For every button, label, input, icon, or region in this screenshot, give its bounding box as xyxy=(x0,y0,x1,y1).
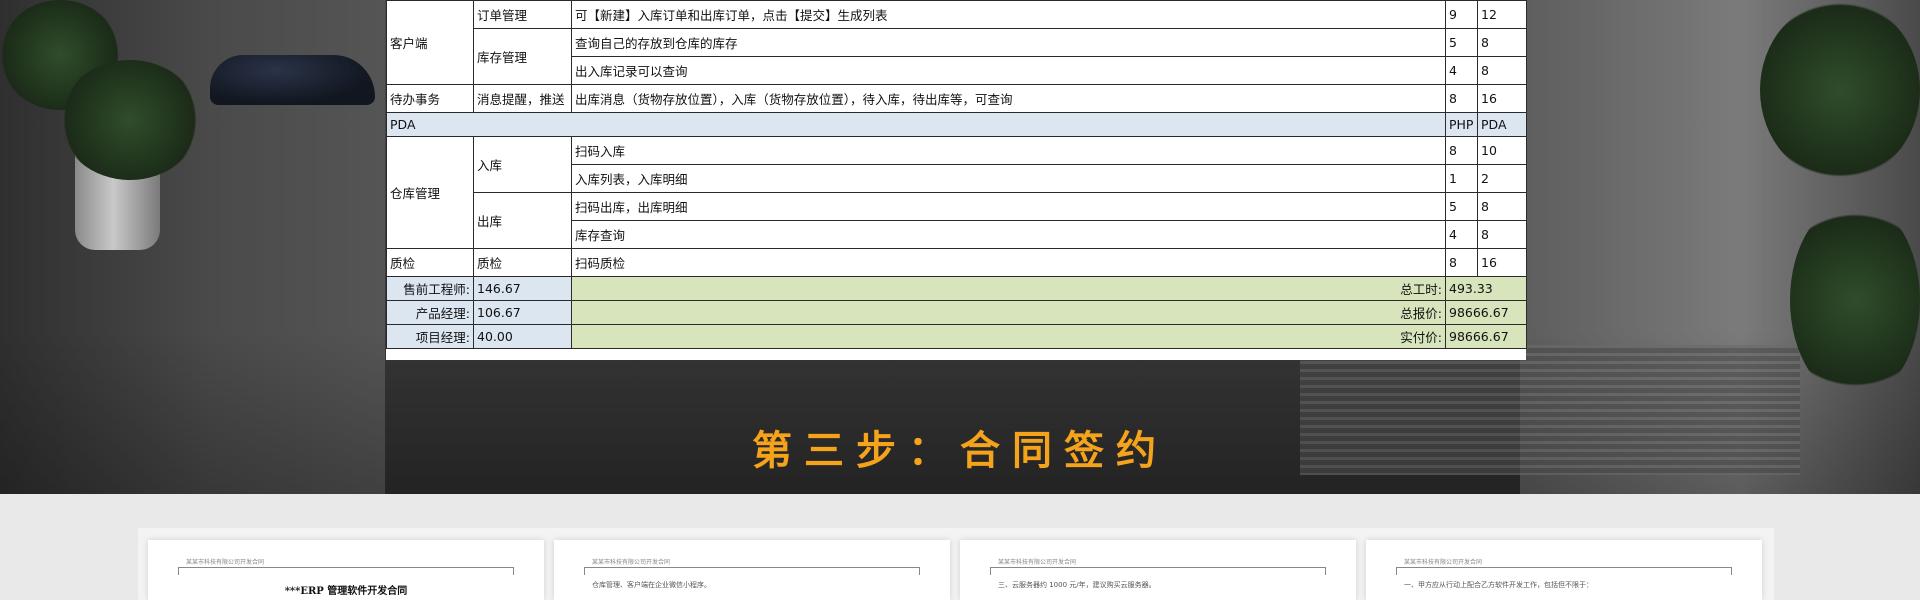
header-rule xyxy=(178,567,514,575)
hours-php-cell: 1 xyxy=(1445,164,1478,193)
php-column-header: PHP xyxy=(1445,112,1478,137)
table-row: 仓库管理 入库 扫码入库 8 10 xyxy=(386,136,1527,249)
hours-pda-cell: 8 xyxy=(1477,220,1527,249)
summary-right-label: 实付价: xyxy=(571,324,1446,349)
description-cell: 扫码入库 xyxy=(571,136,1446,165)
summary-right-value: 493.33 xyxy=(1445,276,1527,301)
hours-pda-cell: 16 xyxy=(1477,84,1527,113)
contract-page-3: 某某市科技有限公司开发合同 三、云服务器约 1000 元/年，建议购买云服务器。 xyxy=(960,540,1356,600)
plan-spreadsheet: 客户端 订单管理 可【新建】入库订单和出库订单，点击【提交】生成列表 9 12 … xyxy=(386,0,1527,360)
module-cell: 出库 xyxy=(473,192,572,249)
plant-right-image xyxy=(1760,0,1920,180)
hours-pda-cell: 8 xyxy=(1477,28,1527,57)
summary-right-value: 98666.67 xyxy=(1445,300,1527,325)
hours-pda-cell: 8 xyxy=(1477,192,1527,221)
hours-pda-cell: 16 xyxy=(1477,248,1527,277)
pda-section-row: PDA PHP PDA xyxy=(386,112,1527,137)
summary-row: 产品经理: 106.67 总报价: 98666.67 xyxy=(386,300,1527,325)
description-cell: 可【新建】入库订单和出库订单，点击【提交】生成列表 xyxy=(571,0,1446,29)
hours-php-cell: 5 xyxy=(1445,192,1478,221)
contract-text-line: 仓库管理、客户端在企业微信小程序。 xyxy=(592,581,711,589)
summary-label: 产品经理: xyxy=(386,300,474,325)
contract-text-line: 三、云服务器约 1000 元/年，建议购买云服务器。 xyxy=(998,581,1156,589)
description-cell: 出库消息（货物存放位置），入库（货物存放位置），待入库，待出库等，可查询 xyxy=(571,84,1446,113)
car-image xyxy=(210,55,375,105)
step-three-title: 第三步：合同签约 xyxy=(752,427,1168,474)
hours-php-cell: 8 xyxy=(1445,136,1478,165)
table-row: 出库 扫码出库，出库明细 5 8 xyxy=(387,192,1527,249)
pda-section-label: PDA xyxy=(386,112,1446,137)
summary-right-label: 总工时: xyxy=(571,276,1446,301)
module-cell: 入库 xyxy=(473,136,572,193)
header-rule xyxy=(990,567,1326,575)
hours-php-cell: 9 xyxy=(1445,0,1478,29)
hours-pda-cell: 8 xyxy=(1477,56,1527,85)
description-cell: 库存查询 xyxy=(571,220,1446,249)
summary-value: 106.67 xyxy=(473,300,572,325)
header-rule xyxy=(1396,567,1732,575)
plant-right-image-2 xyxy=(1790,200,1920,400)
category-cell: 待办事务 xyxy=(386,84,474,113)
contract-page-header: 某某市科技有限公司开发合同 xyxy=(1404,559,1483,566)
summary-row: 售前工程师: 146.67 总工时: 493.33 xyxy=(386,276,1527,301)
hours-php-cell: 4 xyxy=(1445,56,1478,85)
description-cell: 扫码质检 xyxy=(571,248,1446,277)
contract-page-header: 某某市科技有限公司开发合同 xyxy=(592,559,671,566)
table-row: 质检 质检 扫码质检 8 16 xyxy=(386,248,1527,277)
description-cell: 出入库记录可以查询 xyxy=(571,56,1446,85)
summary-right-value: 98666.67 xyxy=(1445,324,1527,349)
summary-value: 40.00 xyxy=(473,324,572,349)
hours-pda-cell: 2 xyxy=(1477,164,1527,193)
description-cell: 扫码出库，出库明细 xyxy=(571,192,1446,221)
plant-left-image-2 xyxy=(60,60,200,180)
header-rule xyxy=(584,567,920,575)
module-cell: 消息提醒，推送 xyxy=(473,84,572,113)
hours-pda-cell: 10 xyxy=(1477,136,1527,165)
contract-text-line: 一、甲方应从行动上配合乙方软件开发工作，包括但不限于： xyxy=(1404,581,1593,589)
summary-label: 项目经理: xyxy=(386,324,474,349)
hours-php-cell: 8 xyxy=(1445,248,1478,277)
hours-php-cell: 5 xyxy=(1445,28,1478,57)
description-cell: 入库列表，入库明细 xyxy=(571,164,1446,193)
module-cell: 订单管理 xyxy=(473,0,572,29)
contract-page-2: 某某市科技有限公司开发合同 仓库管理、客户端在企业微信小程序。 xyxy=(554,540,950,600)
category-cell: 客户端 xyxy=(386,0,474,85)
table-row: 待办事务 消息提醒，推送 出库消息（货物存放位置），入库（货物存放位置），待入库… xyxy=(386,84,1527,113)
summary-row: 项目经理: 40.00 实付价: 98666.67 xyxy=(386,324,1527,349)
contract-page-header: 某某市科技有限公司开发合同 xyxy=(186,559,265,566)
description-cell: 查询自己的存放到仓库的库存 xyxy=(571,28,1446,57)
table-row: 库存管理 查询自己的存放到仓库的库存 5 8 xyxy=(387,28,1527,85)
contract-page-header: 某某市科技有限公司开发合同 xyxy=(998,559,1077,566)
category-cell: 仓库管理 xyxy=(386,136,474,249)
category-cell: 质检 xyxy=(386,248,474,277)
summary-value: 146.67 xyxy=(473,276,572,301)
table-row: 客户端 订单管理 可【新建】入库订单和出库订单，点击【提交】生成列表 9 12 xyxy=(386,0,1527,85)
quote-table: 客户端 订单管理 可【新建】入库订单和出库订单，点击【提交】生成列表 9 12 … xyxy=(386,0,1527,349)
hours-php-cell: 4 xyxy=(1445,220,1478,249)
contract-page-4: 某某市科技有限公司开发合同 一、甲方应从行动上配合乙方软件开发工作，包括但不限于… xyxy=(1366,540,1762,600)
module-cell: 质检 xyxy=(473,248,572,277)
summary-label: 售前工程师: xyxy=(386,276,474,301)
contract-page-1: 某某市科技有限公司开发合同 ***ERP 管理软件开发合同 xyxy=(148,540,544,600)
hours-pda-cell: 12 xyxy=(1477,0,1527,29)
summary-right-label: 总报价: xyxy=(571,300,1446,325)
module-cell: 库存管理 xyxy=(473,28,572,85)
pda-column-header: PDA xyxy=(1477,112,1527,137)
hours-php-cell: 8 xyxy=(1445,84,1478,113)
contract-title: ***ERP 管理软件开发合同 xyxy=(284,586,408,597)
